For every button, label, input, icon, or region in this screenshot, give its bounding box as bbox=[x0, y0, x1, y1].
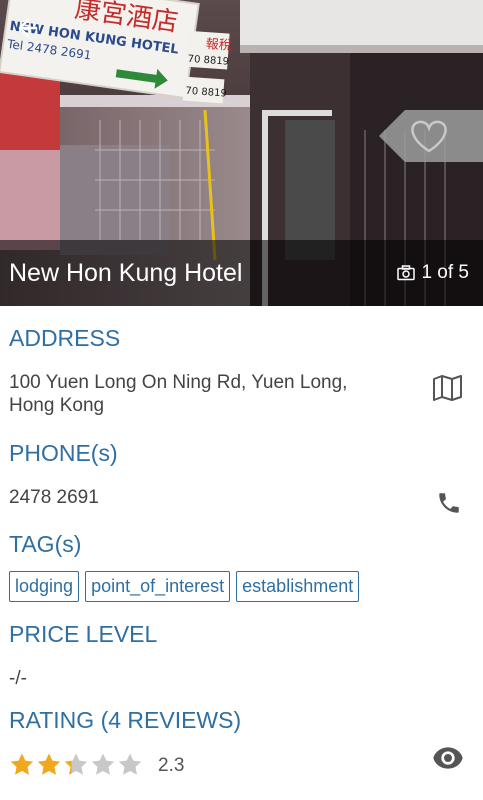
star-icon bbox=[91, 753, 115, 775]
rating-title: RATING (4 REVIEWS) bbox=[9, 707, 242, 733]
photo-counter-text: 1 of 5 bbox=[421, 262, 469, 283]
tag-chip[interactable]: lodging bbox=[9, 571, 80, 602]
star-icon bbox=[10, 753, 34, 775]
tag-chip[interactable]: point_of_interest bbox=[85, 571, 231, 602]
camera-icon bbox=[397, 265, 416, 281]
rating-value: 2.3 bbox=[158, 755, 185, 776]
phone-title: PHONE(s) bbox=[9, 440, 118, 466]
arrow-left-icon[interactable] bbox=[12, 14, 40, 42]
phone-number[interactable]: 2478 2691 bbox=[9, 486, 99, 509]
price-level-title: PRICE LEVEL bbox=[9, 621, 158, 647]
tag-chip[interactable]: establishment bbox=[236, 571, 360, 602]
address-line-1: 100 Yuen Long On Ning Rd, Yuen Long, bbox=[9, 372, 348, 393]
photo-counter[interactable]: 1 of 5 bbox=[397, 261, 469, 285]
star-icon bbox=[37, 753, 61, 775]
price-level-value: -/- bbox=[9, 668, 27, 689]
tags-title: TAG(s) bbox=[9, 531, 82, 557]
star-rating bbox=[9, 752, 143, 776]
address-line-2: Hong Kong bbox=[9, 395, 105, 416]
address-title: ADDRESS bbox=[9, 325, 121, 351]
eye-icon[interactable] bbox=[432, 746, 464, 770]
heart-outline-icon[interactable] bbox=[379, 110, 483, 162]
star-icon bbox=[118, 753, 142, 775]
side-sign-chinese: 報稅 bbox=[205, 37, 232, 54]
star-icon bbox=[64, 753, 88, 775]
phone-icon[interactable] bbox=[436, 490, 462, 516]
hero-photo[interactable]: 康宮酒店 NEW HON KUNG HOTEL Tel 2478 2691 報稅… bbox=[0, 0, 483, 306]
map-icon[interactable] bbox=[432, 375, 464, 401]
hotel-name: New Hon Kung Hotel bbox=[9, 259, 243, 287]
tag-list: lodging point_of_interest establishment bbox=[9, 571, 360, 602]
address-text: 100 Yuen Long On Ning Rd, Yuen Long, Hon… bbox=[9, 371, 409, 417]
